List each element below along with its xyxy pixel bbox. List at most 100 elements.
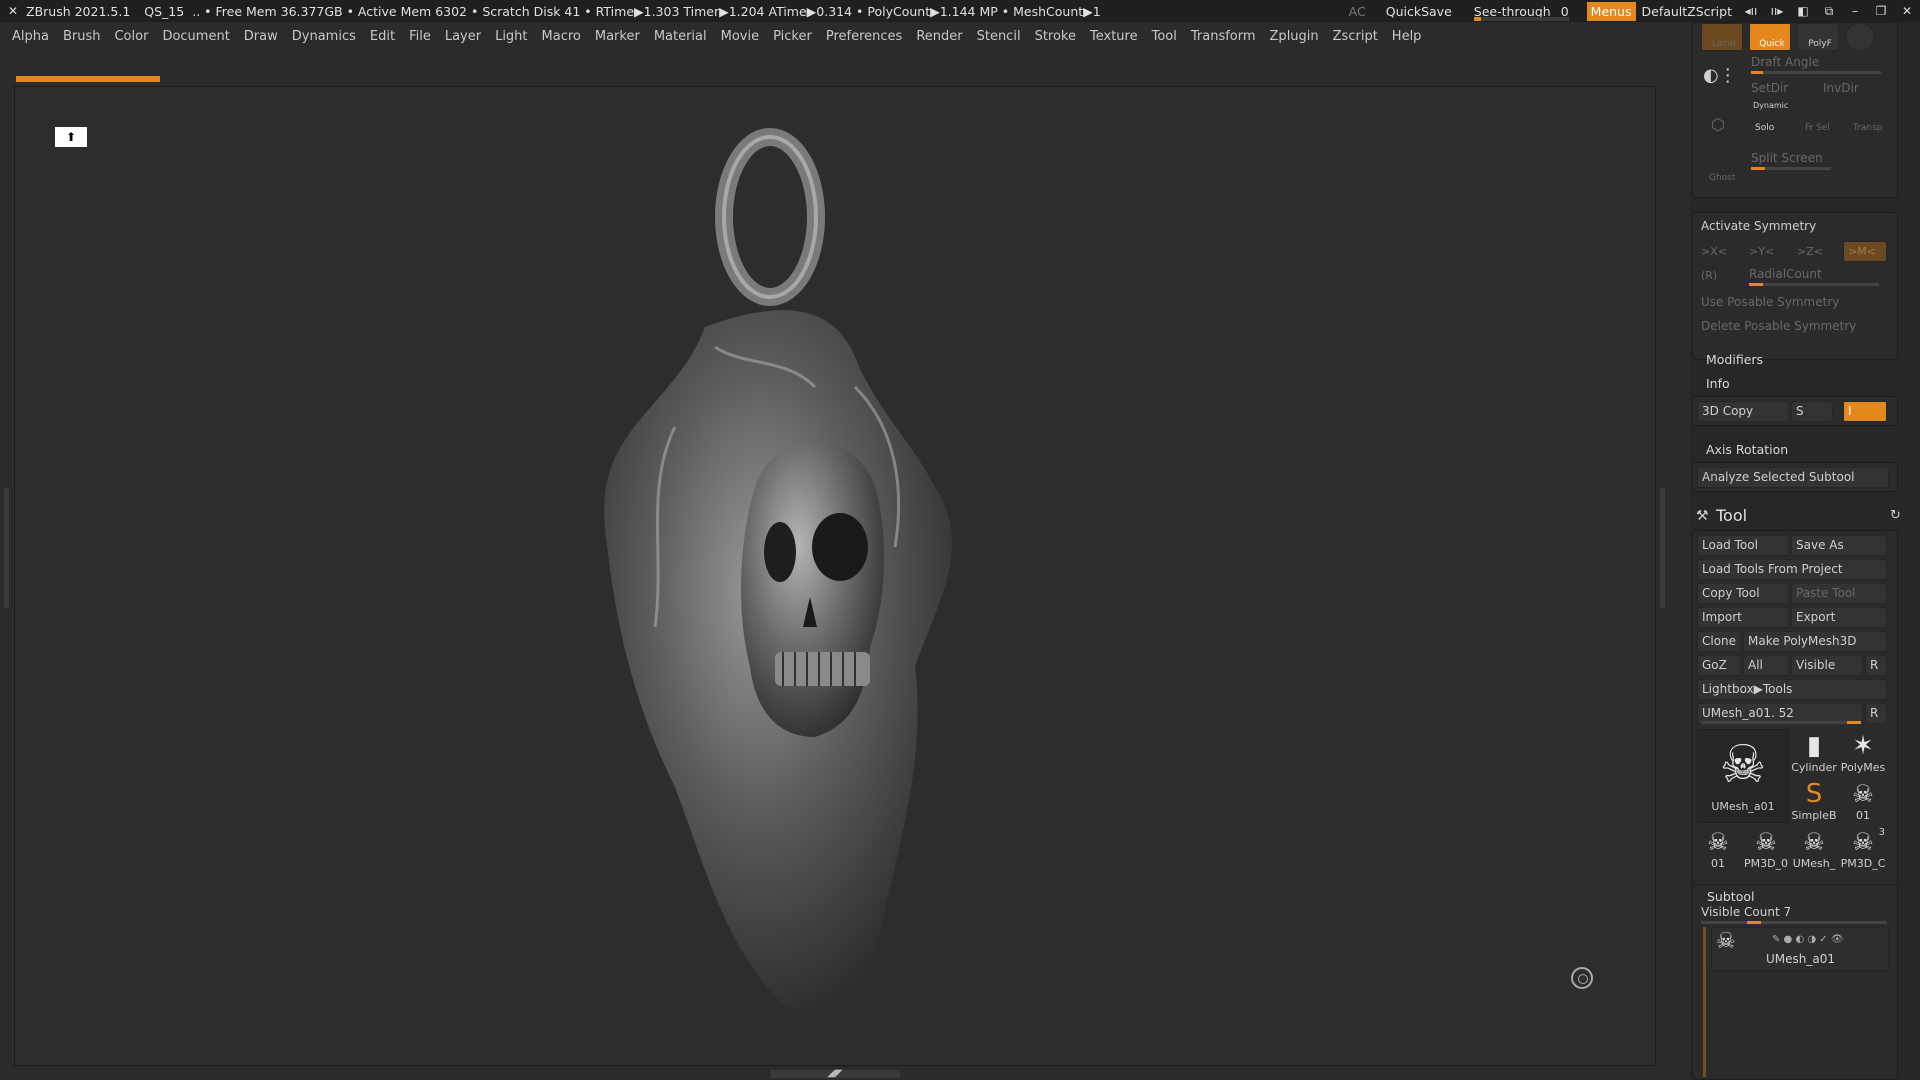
clone-button[interactable]: Clone	[1697, 631, 1741, 652]
seethrough-slider[interactable]: See-through 0	[1468, 4, 1575, 21]
ghost-button[interactable]: Ghost	[1709, 173, 1735, 183]
subtool-item[interactable]: ☠ ✎ ● ◐ ◑ ✓ 👁 UMesh_a01	[1711, 927, 1889, 971]
paste-tool-button[interactable]: Paste Tool	[1791, 583, 1887, 604]
tool-thumb-row-2[interactable]: ☠ PM3D_0	[1743, 827, 1789, 873]
copy-tool-button[interactable]: Copy Tool	[1697, 583, 1789, 604]
tool-thumb-row-3[interactable]: ☠ UMesh_	[1791, 827, 1837, 873]
tool-thumb-01[interactable]: ☠ 01	[1839, 779, 1887, 825]
visible-count-slider[interactable]: Visible Count 7	[1701, 905, 1791, 919]
tool-thumb-cylinder[interactable]: ▮ Cylinder	[1791, 731, 1837, 777]
split-screen-slider[interactable]	[1751, 167, 1831, 170]
copy3d-s-button[interactable]: S	[1791, 401, 1833, 422]
tool-thumb-row-4[interactable]: 3 ☠ PM3D_C	[1839, 827, 1887, 873]
load-tool-button[interactable]: Load Tool	[1697, 535, 1789, 556]
polyf-button[interactable]: PolyF	[1797, 23, 1839, 51]
cube-icon[interactable]: ⬡	[1711, 115, 1725, 134]
local-button[interactable]: Local	[1701, 23, 1743, 51]
menu-stroke[interactable]: Stroke	[1035, 29, 1076, 44]
goz-visible-button[interactable]: Visible	[1791, 655, 1863, 676]
figure-icon[interactable]: ⬆	[55, 127, 87, 147]
tool-thumb-main[interactable]: ☠ UMesh_a01	[1697, 729, 1789, 823]
tool-palette-title[interactable]: Tool	[1716, 506, 1747, 525]
menu-draw[interactable]: Draw	[244, 29, 278, 44]
menu-material[interactable]: Material	[654, 29, 707, 44]
menu-document[interactable]: Document	[162, 29, 229, 44]
invdir-button[interactable]: InvDir	[1823, 81, 1859, 95]
draft-angle-slider[interactable]	[1751, 71, 1881, 74]
axis-rotation-section[interactable]: Axis Rotation	[1706, 442, 1788, 457]
menu-help[interactable]: Help	[1392, 29, 1422, 44]
subtool-controls-icon[interactable]: ✎ ● ◐ ◑ ✓ 👁	[1772, 930, 1844, 949]
sphere-button[interactable]	[1845, 23, 1875, 51]
split-screen-label[interactable]: Split Screen	[1751, 151, 1823, 165]
contrast-icon[interactable]: ◐⋮	[1703, 65, 1737, 86]
quick-button[interactable]: Quick	[1749, 23, 1791, 51]
close-icon[interactable]: ✕	[1894, 4, 1920, 18]
menu-marker[interactable]: Marker	[595, 29, 640, 44]
lightbox-tools-button[interactable]: Lightbox▶Tools	[1697, 679, 1887, 700]
activate-symmetry-button[interactable]: Activate Symmetry	[1701, 219, 1816, 233]
menu-transform[interactable]: Transform	[1191, 29, 1256, 44]
menu-texture[interactable]: Texture	[1090, 29, 1138, 44]
menu-movie[interactable]: Movie	[721, 29, 759, 44]
copy3d-value-field[interactable]: I	[1843, 401, 1887, 422]
subtool-scrollbar[interactable]	[1703, 927, 1706, 1077]
menu-light[interactable]: Light	[495, 29, 527, 44]
tool-thumb-polymesh[interactable]: ✶ PolyMes	[1839, 731, 1887, 777]
current-tool-r-button[interactable]: R	[1865, 703, 1887, 724]
menu-alpha[interactable]: Alpha	[12, 29, 49, 44]
quicksave-button[interactable]: QuickSave	[1376, 4, 1462, 19]
load-tools-from-project-button[interactable]: Load Tools From Project	[1697, 559, 1887, 580]
use-posable-symmetry-button[interactable]: Use Posable Symmetry	[1701, 295, 1839, 309]
menu-render[interactable]: Render	[916, 29, 962, 44]
sym-x-button[interactable]: >X<	[1701, 245, 1727, 258]
layout-prev-icon[interactable]: ◂ıı	[1738, 4, 1764, 18]
info-section[interactable]: Info	[1706, 376, 1730, 391]
export-button[interactable]: Export	[1791, 607, 1887, 628]
minimize-icon[interactable]: –	[1842, 4, 1868, 18]
menu-stencil[interactable]: Stencil	[977, 29, 1021, 44]
sym-m-button[interactable]: >M<	[1843, 241, 1887, 262]
menu-dynamics[interactable]: Dynamics	[292, 29, 356, 44]
menu-brush[interactable]: Brush	[63, 29, 101, 44]
import-button[interactable]: Import	[1697, 607, 1789, 628]
tool-thumb-row-1[interactable]: ☠ 01	[1695, 827, 1741, 873]
tool-refresh-icon[interactable]: ↻	[1890, 508, 1901, 523]
sym-r-button[interactable]: (R)	[1701, 269, 1717, 282]
delete-posable-symmetry-button[interactable]: Delete Posable Symmetry	[1701, 319, 1856, 333]
goz-r-button[interactable]: R	[1865, 655, 1887, 676]
3d-copy-button[interactable]: 3D Copy	[1697, 401, 1789, 422]
menu-preferences[interactable]: Preferences	[826, 29, 902, 44]
window-arrange-icon[interactable]: ◧	[1790, 4, 1816, 18]
menus-toggle-button[interactable]: Menus	[1586, 1, 1636, 21]
transp-button[interactable]: Transp	[1853, 123, 1883, 133]
radialcount-label[interactable]: RadialCount	[1749, 267, 1822, 281]
radialcount-slider[interactable]	[1749, 283, 1879, 286]
tool-thumb-simpleb[interactable]: S SimpleB	[1791, 779, 1837, 825]
make-polymesh3d-button[interactable]: Make PolyMesh3D	[1743, 631, 1887, 652]
right-tray-handle[interactable]	[1660, 488, 1665, 608]
goz-button[interactable]: GoZ	[1697, 655, 1741, 676]
frsel-button[interactable]: Fr Sel	[1805, 123, 1830, 133]
restore-icon[interactable]: ❐	[1868, 4, 1894, 18]
setdir-button[interactable]: SetDir	[1751, 81, 1788, 95]
subtool-section-title[interactable]: Subtool	[1707, 889, 1754, 904]
default-zscript-button[interactable]: DefaultZScript	[1642, 4, 1739, 19]
left-tray-handle[interactable]	[4, 488, 9, 608]
analyze-subtool-button[interactable]: Analyze Selected Subtool	[1697, 467, 1889, 488]
bottom-tray-handle[interactable]: ◢◤	[770, 1069, 900, 1079]
goz-all-button[interactable]: All	[1743, 655, 1789, 676]
modifiers-section[interactable]: Modifiers	[1706, 352, 1763, 367]
save-as-button[interactable]: Save As	[1791, 535, 1887, 556]
sym-z-button[interactable]: >Z<	[1797, 245, 1823, 258]
menu-tool[interactable]: Tool	[1152, 29, 1177, 44]
menu-picker[interactable]: Picker	[773, 29, 812, 44]
menu-macro[interactable]: Macro	[542, 29, 581, 44]
menu-color[interactable]: Color	[114, 29, 148, 44]
menu-edit[interactable]: Edit	[370, 29, 395, 44]
menu-layer[interactable]: Layer	[445, 29, 481, 44]
window-tile-icon[interactable]: ⧉	[1816, 4, 1842, 19]
sym-y-button[interactable]: >Y<	[1749, 245, 1774, 258]
menu-zplugin[interactable]: Zplugin	[1270, 29, 1319, 44]
solo-button[interactable]: Solo	[1755, 123, 1774, 133]
